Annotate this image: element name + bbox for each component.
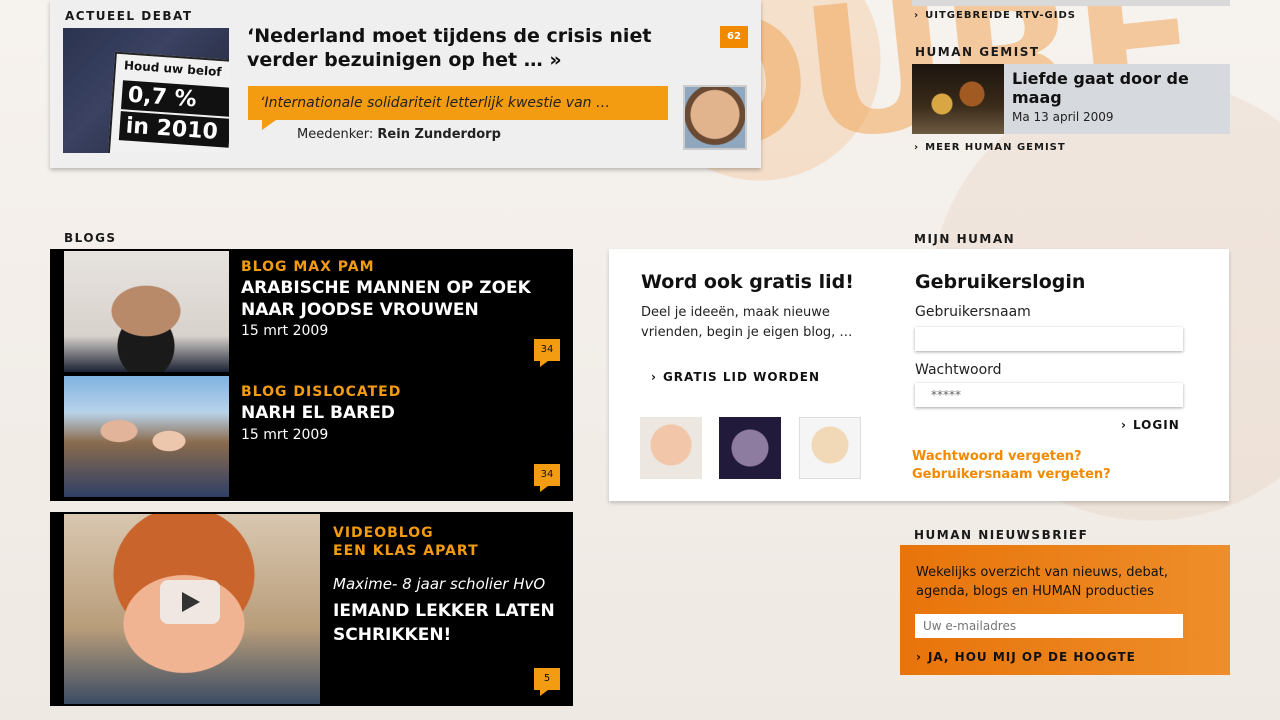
blog-date: 15 mrt 2009 bbox=[241, 323, 329, 339]
login-label: LOGIN bbox=[1132, 418, 1180, 432]
nieuwsbrief-text: Wekelijks overzicht van nieuws, debat, a… bbox=[916, 565, 1168, 599]
gratis-lid-worden-label: GRATIS LID WORDEN bbox=[662, 370, 820, 384]
password-label: Wachtwoord bbox=[915, 362, 1002, 378]
meedenker-portrait[interactable] bbox=[683, 85, 747, 150]
videoblog-series: EEN KLAS APART bbox=[333, 543, 479, 559]
gemist-date: Ma 13 april 2009 bbox=[1012, 110, 1114, 124]
chevron-right-icon: › bbox=[914, 142, 920, 153]
comment-count-badge[interactable]: 5 bbox=[534, 668, 560, 696]
section-label-blogs: BLOGS bbox=[64, 231, 117, 245]
meedenker-label: Meedenker: bbox=[297, 127, 374, 142]
nieuwsbrief-submit-label: JA, HOU MIJ OP DE HOOGTE bbox=[927, 650, 1136, 664]
nieuwsbrief-submit-button[interactable]: › JA, HOU MIJ OP DE HOOGTE bbox=[916, 650, 1136, 664]
blog-thumbnail bbox=[64, 376, 229, 497]
rtv-gids-link[interactable]: › UITGEBREIDE RTV-GIDS bbox=[914, 10, 1076, 21]
username-label: Gebruikersnaam bbox=[915, 304, 1031, 320]
human-gemist-card[interactable]: Liefde gaat door de maag Ma 13 april 200… bbox=[912, 64, 1230, 134]
member-avatar[interactable] bbox=[719, 417, 781, 479]
actueel-debat-card: ACTUEEL DEBAT Houd uw belof 0,7 % in 201… bbox=[50, 0, 761, 168]
play-icon[interactable] bbox=[160, 580, 220, 624]
blog-item[interactable]: BLOG MAX PAM ARABISCHE MANNEN OP ZOEK NA… bbox=[50, 249, 573, 374]
chevron-right-icon: › bbox=[916, 650, 922, 664]
member-avatar[interactable] bbox=[799, 417, 861, 479]
email-field[interactable] bbox=[915, 614, 1183, 638]
section-label-actueel-debat: ACTUEEL DEBAT bbox=[65, 9, 193, 23]
mijn-human-box: Word ook gratis lid! Deel je ideeën, maa… bbox=[609, 249, 1229, 501]
forgot-username-link[interactable]: Gebruikersnaam vergeten? bbox=[912, 467, 1111, 482]
forgot-password-link[interactable]: Wachtwoord vergeten? bbox=[912, 449, 1082, 464]
blog-tag: BLOG MAX PAM bbox=[241, 259, 375, 275]
chevron-right-icon: › bbox=[651, 370, 657, 384]
chevron-right-icon: › bbox=[914, 10, 920, 21]
gemist-title: Liefde gaat door de maag bbox=[1012, 69, 1189, 107]
blog-date: 15 mrt 2009 bbox=[241, 427, 329, 443]
debat-headline-link[interactable]: ‘Nederland moet tijdens de crisis niet v… bbox=[247, 24, 687, 72]
blog-title[interactable]: ARABISCHE MANNEN OP ZOEK NAAR JOODSE VRO… bbox=[241, 277, 561, 321]
blog-item[interactable]: BLOG DISLOCATED NARH EL BARED 15 mrt 200… bbox=[50, 374, 573, 499]
sign-text-3: in 2010 bbox=[118, 111, 229, 148]
join-title: Word ook gratis lid! bbox=[641, 271, 854, 293]
password-field[interactable] bbox=[915, 383, 1183, 407]
sign-text-1: Houd uw belof bbox=[123, 58, 223, 80]
blog-tag: BLOG DISLOCATED bbox=[241, 384, 402, 400]
video-subtitle: Maxime- 8 jaar scholier HvO bbox=[333, 575, 546, 593]
video-thumbnail[interactable] bbox=[64, 514, 320, 704]
blog-title[interactable]: NARH EL BARED bbox=[241, 402, 561, 424]
meedenker-line: Meedenker: Rein Zunderdorp bbox=[297, 127, 501, 142]
protest-sign-image: Houd uw belof 0,7 % in 2010 bbox=[107, 51, 229, 153]
meer-human-gemist-label: MEER HUMAN GEMIST bbox=[925, 142, 1066, 153]
videoblog-tag: VIDEOBLOG bbox=[333, 525, 434, 541]
comment-count-badge[interactable]: 34 bbox=[534, 339, 560, 367]
login-button[interactable]: › LOGIN bbox=[1121, 418, 1180, 432]
section-label-human-gemist: HUMAN GEMIST bbox=[915, 45, 1040, 59]
gratis-lid-worden-button[interactable]: › GRATIS LID WORDEN bbox=[651, 370, 820, 384]
login-title: Gebruikerslogin bbox=[915, 271, 1086, 293]
username-field[interactable] bbox=[915, 327, 1183, 351]
chevron-right-icon: › bbox=[1121, 418, 1127, 432]
member-avatar[interactable] bbox=[640, 417, 702, 479]
gemist-thumbnail bbox=[912, 64, 1004, 134]
videoblog-card[interactable]: VIDEOBLOG EEN KLAS APART Maxime- 8 jaar … bbox=[50, 512, 573, 706]
blog-thumbnail bbox=[64, 251, 229, 372]
comment-count-badge[interactable]: 62 bbox=[720, 26, 748, 48]
nieuwsbrief-box: Wekelijks overzicht van nieuws, debat, a… bbox=[900, 545, 1230, 675]
rtv-gids-label: UITGEBREIDE RTV-GIDS bbox=[925, 10, 1076, 21]
section-label-mijn-human: MIJN HUMAN bbox=[914, 232, 1016, 246]
blogs-list: BLOG MAX PAM ARABISCHE MANNEN OP ZOEK NA… bbox=[50, 249, 573, 501]
video-title[interactable]: IEMAND LEKKER LATEN SCHRIKKEN! bbox=[333, 599, 563, 647]
rtv-strip bbox=[912, 0, 1230, 6]
section-label-nieuwsbrief: HUMAN NIEUWSBRIEF bbox=[914, 528, 1089, 542]
comment-count-badge[interactable]: 34 bbox=[534, 464, 560, 492]
join-text: Deel je ideeën, maak nieuwe vrienden, be… bbox=[641, 305, 853, 340]
debat-thumbnail[interactable]: Houd uw belof 0,7 % in 2010 bbox=[63, 28, 229, 153]
meedenker-name[interactable]: Rein Zunderdorp bbox=[377, 127, 501, 142]
debat-quote[interactable]: ‘Internationale solidariteit letterlijk … bbox=[248, 86, 668, 130]
meer-human-gemist-link[interactable]: › MEER HUMAN GEMIST bbox=[914, 142, 1066, 153]
